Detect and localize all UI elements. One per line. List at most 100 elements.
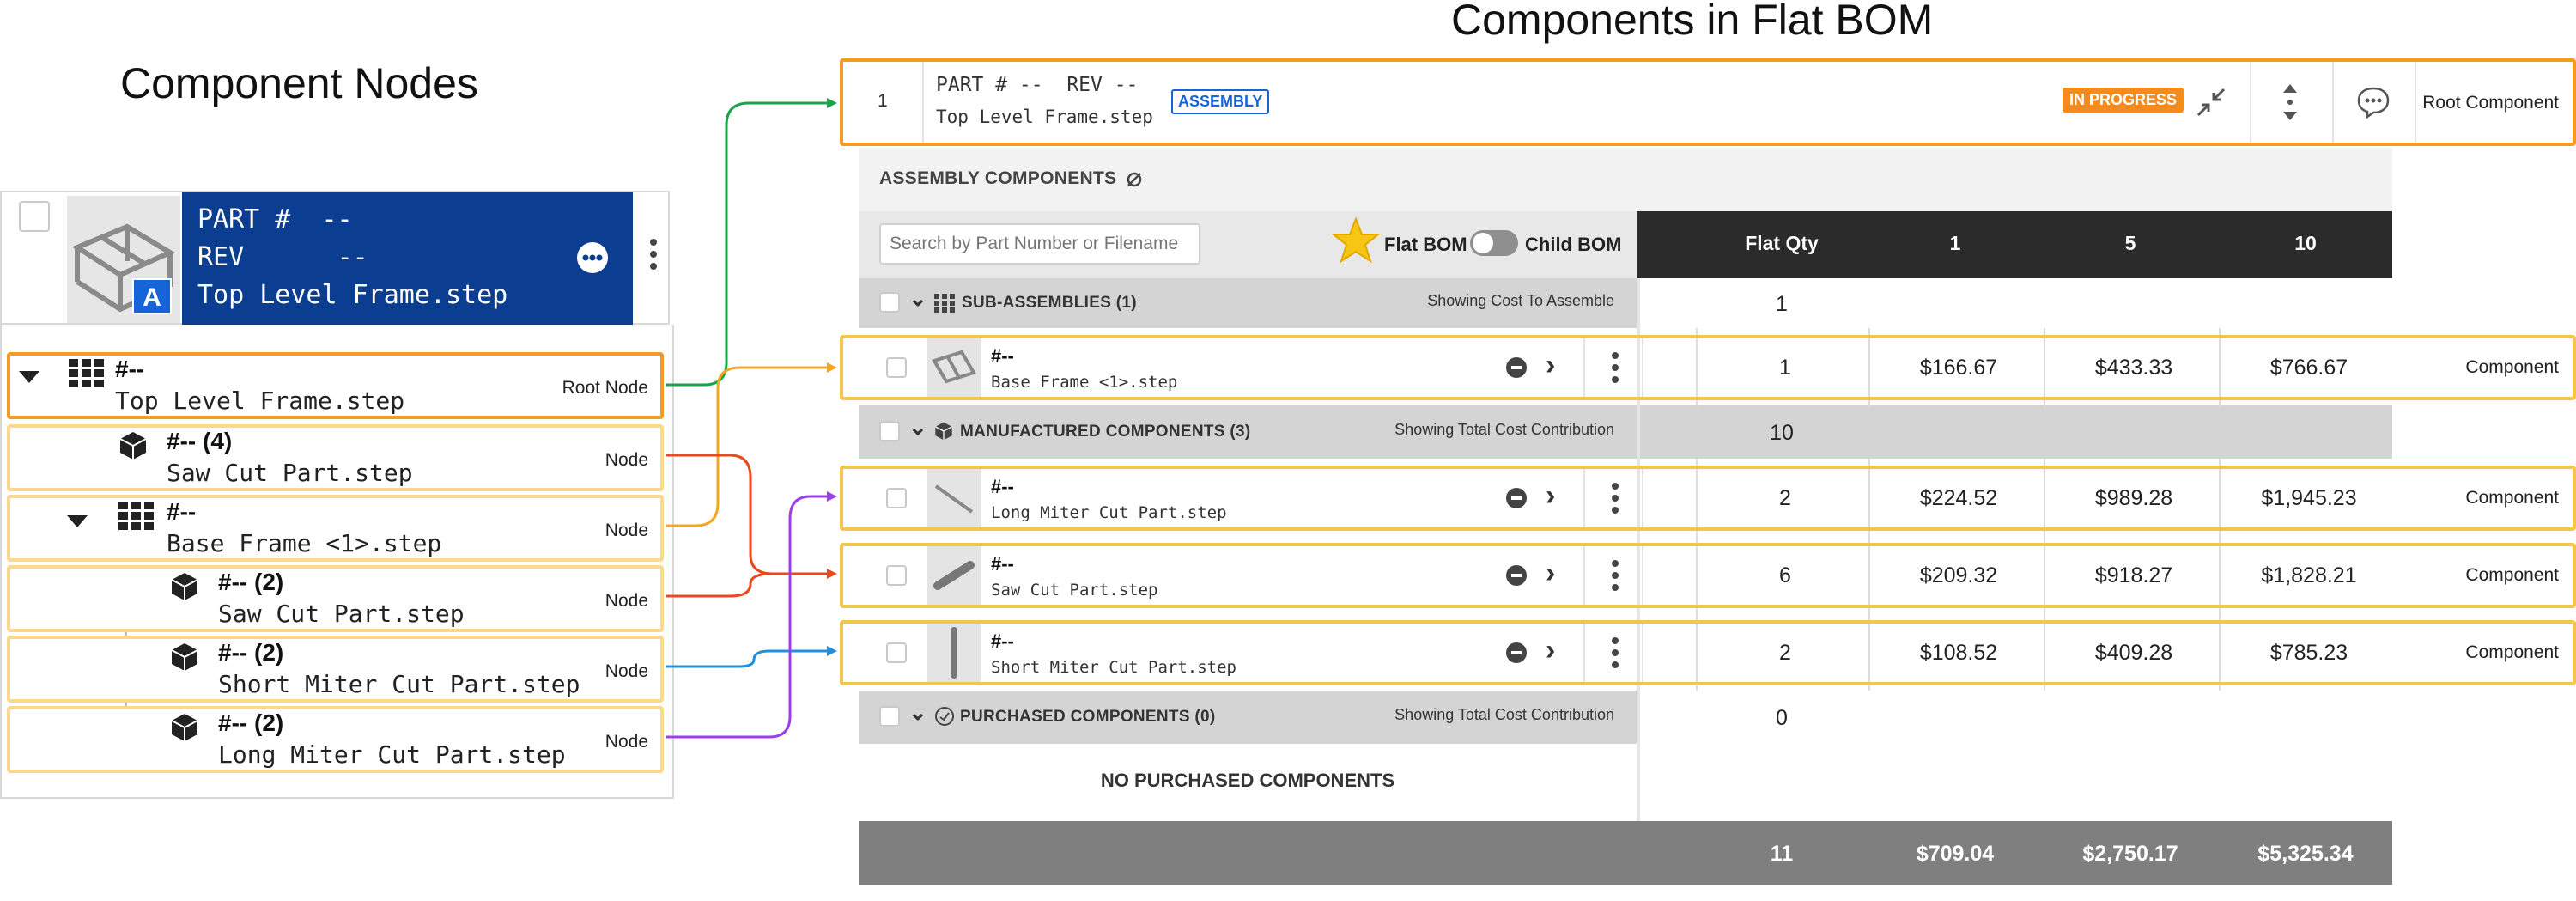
tree-node[interactable]: #-- (4) Saw Cut Part.step Node: [7, 424, 664, 491]
short-bar-icon: [951, 627, 957, 679]
group-collapse-icon[interactable]: ⌄: [908, 416, 927, 438]
node-filename: Base Frame <1>.step: [167, 529, 442, 557]
row-cost-10: $766.67: [2269, 356, 2348, 380]
group-collapse-icon[interactable]: ⌄: [908, 701, 927, 723]
row-part-number: #--: [991, 553, 1014, 575]
bom-view-toggle[interactable]: [1470, 230, 1518, 256]
remove-icon[interactable]: [1506, 357, 1527, 378]
chevron-right-icon[interactable]: ›: [1546, 350, 1555, 380]
part-label: PART #: [197, 204, 291, 234]
row-menu-icon[interactable]: [1609, 636, 1621, 670]
remove-icon[interactable]: [1506, 565, 1527, 586]
toggle-right-label: Child BOM: [1525, 234, 1622, 255]
part-value: --: [321, 204, 353, 234]
bom-row[interactable]: #-- Base Frame <1>.step › 1 $166.67 $433…: [840, 335, 2576, 400]
red-connector: [666, 454, 837, 579]
card-checkbox[interactable]: [19, 201, 50, 232]
blue-connector: [666, 646, 837, 668]
row-cost-1: $224.52: [1919, 486, 1998, 510]
remove-icon[interactable]: [1506, 488, 1527, 508]
tag-circle-icon: [935, 707, 954, 726]
chevron-right-icon[interactable]: ›: [1546, 636, 1555, 665]
tree-node[interactable]: #-- (2) Short Miter Cut Part.step Node: [7, 636, 664, 703]
row-checkbox[interactable]: [886, 642, 907, 663]
group-label: PURCHASED COMPONENTS (0): [960, 708, 1216, 726]
row-menu-icon[interactable]: [1609, 558, 1621, 593]
rev-label: REV: [197, 242, 245, 272]
group-label: MANUFACTURED COMPONENTS (3): [960, 423, 1251, 441]
row-cost-10: $1,945.23: [2261, 486, 2357, 510]
expand-caret-icon[interactable]: [67, 515, 88, 527]
search-input[interactable]: [879, 223, 1200, 265]
node-tag: Node: [605, 521, 648, 540]
root-tag: Root Component: [2422, 93, 2559, 113]
node-part-id: #--: [115, 356, 145, 382]
expand-caret-icon[interactable]: [19, 371, 39, 383]
tree-node[interactable]: #-- (2) Long Miter Cut Part.step Node: [7, 706, 664, 773]
row-tag: Component: [2465, 565, 2559, 585]
node-filename: Long Miter Cut Part.step: [218, 740, 566, 769]
group-checkbox[interactable]: [879, 292, 900, 313]
node-part-id: #-- (2): [218, 709, 284, 736]
row-cost-1: $166.67: [1919, 356, 1998, 380]
card-menu-icon[interactable]: [647, 237, 661, 277]
row-checkbox[interactable]: [886, 565, 907, 586]
column-header-1: 1: [1949, 232, 1961, 254]
row-checkbox[interactable]: [886, 357, 907, 378]
row-filename: Long Miter Cut Part.step: [991, 503, 1227, 522]
bom-row[interactable]: #-- Long Miter Cut Part.step › 2 $224.52…: [840, 466, 2576, 531]
purple-connector: [666, 491, 837, 739]
row-tag: Component: [2465, 642, 2559, 662]
bom-row[interactable]: #-- Short Miter Cut Part.step › 2 $108.5…: [840, 620, 2576, 685]
column-header-10: 10: [2294, 232, 2317, 254]
row-thumbnail: [927, 338, 981, 397]
long-bar-icon: [934, 484, 974, 514]
group-checkbox[interactable]: [879, 706, 900, 727]
bom-row[interactable]: #-- Saw Cut Part.step › 6 $209.32 $918.2…: [840, 543, 2576, 608]
comment-icon[interactable]: [577, 242, 608, 273]
chevron-right-icon[interactable]: ›: [1546, 558, 1555, 587]
remove-icon[interactable]: [1506, 642, 1527, 663]
collapse-arrows-icon[interactable]: [2195, 86, 2227, 119]
bom-root-row[interactable]: 1 PART # -- REV -- Top Level Frame.step …: [840, 58, 2576, 146]
chevron-right-icon[interactable]: ›: [1546, 481, 1555, 510]
orange-connector: [666, 362, 837, 527]
row-part-number: #--: [991, 345, 1014, 367]
row-menu-icon[interactable]: [1609, 350, 1621, 385]
card-filename: Top Level Frame.step: [197, 280, 508, 310]
red-connector: [666, 572, 774, 598]
root-filename: Top Level Frame.step: [936, 107, 1153, 127]
group-qty: 1: [1776, 292, 1788, 316]
row-menu-icon[interactable]: [1609, 481, 1621, 515]
eye-off-icon[interactable]: [1125, 170, 1144, 189]
left-title: Component Nodes: [120, 59, 478, 107]
row-cost-5: $989.28: [2094, 486, 2173, 510]
reorder-arrows-icon[interactable]: [2281, 82, 2300, 122]
row-filename: Short Miter Cut Part.step: [991, 658, 1236, 677]
node-tag: Node: [605, 450, 648, 470]
row-tag: Component: [2465, 488, 2559, 508]
row-cost-1: $108.52: [1919, 641, 1998, 665]
right-title: Components in Flat BOM: [1451, 0, 1934, 44]
tree-node-root[interactable]: #-- Top Level Frame.step Root Node: [7, 352, 664, 419]
group-cost-mode: Showing Total Cost Contribution: [1394, 421, 1614, 438]
row-cost-5: $409.28: [2094, 641, 2173, 665]
row-checkbox[interactable]: [886, 488, 907, 508]
node-part-id: #-- (2): [218, 639, 284, 666]
tree-node[interactable]: #-- Base Frame <1>.step Node: [7, 495, 664, 562]
row-qty: 1: [1779, 356, 1791, 380]
grid-icon: [69, 359, 104, 387]
cube-icon: [934, 422, 953, 441]
group-cost-mode: Showing Cost To Assemble: [1427, 292, 1614, 309]
comment-icon[interactable]: [2356, 86, 2391, 119]
node-filename: Saw Cut Part.step: [167, 459, 413, 487]
group-qty: 0: [1776, 706, 1788, 730]
empty-state: NO PURCHASED COMPONENTS: [1100, 770, 1395, 791]
group-checkbox[interactable]: [879, 421, 900, 441]
group-collapse-icon[interactable]: ⌄: [908, 287, 927, 309]
row-part-number: #--: [991, 476, 1014, 497]
grid-icon: [118, 502, 154, 530]
component-card[interactable]: 1 A PART # -- REV -- Top Level Frame.ste…: [0, 191, 670, 325]
node-tag: Node: [605, 732, 648, 752]
tree-node[interactable]: #-- (2) Saw Cut Part.step Node: [7, 565, 664, 632]
